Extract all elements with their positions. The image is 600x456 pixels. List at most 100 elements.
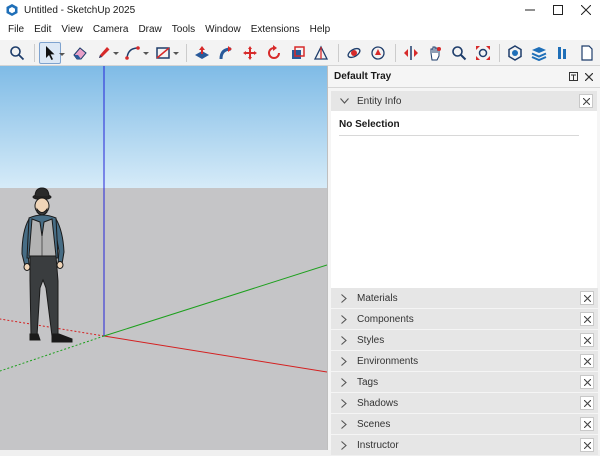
eraser-icon bbox=[73, 46, 87, 59]
file-icon bbox=[581, 44, 593, 61]
close-icon bbox=[583, 357, 591, 365]
zoom-extents-tool[interactable] bbox=[472, 42, 494, 64]
close-window-button[interactable] bbox=[572, 0, 600, 20]
close-icon bbox=[583, 378, 591, 386]
menu-extensions[interactable]: Extensions bbox=[246, 20, 305, 40]
close-icon bbox=[581, 5, 591, 15]
layout-tool[interactable] bbox=[552, 42, 574, 64]
flip-tool[interactable] bbox=[400, 42, 422, 64]
tray-header: Default Tray bbox=[328, 66, 600, 88]
toolbar-divider bbox=[499, 43, 501, 62]
sketchup-logo-icon bbox=[6, 4, 18, 16]
entity-info-body: No Selection bbox=[331, 111, 597, 296]
orbit-icon bbox=[347, 47, 361, 58]
panel-close-button[interactable] bbox=[580, 312, 594, 326]
tape-measure-icon bbox=[314, 45, 329, 60]
zoom-tool[interactable] bbox=[448, 42, 470, 64]
panel-close-button[interactable] bbox=[580, 417, 594, 431]
styles-panel-header[interactable]: Styles bbox=[331, 330, 598, 350]
select-icon bbox=[45, 45, 55, 60]
scale-tool[interactable] bbox=[287, 42, 309, 64]
menu-draw[interactable]: Draw bbox=[133, 20, 166, 40]
extension-warehouse-tool[interactable] bbox=[528, 42, 550, 64]
scenes-panel-header[interactable]: Scenes bbox=[331, 414, 598, 434]
hand-tool[interactable] bbox=[424, 42, 446, 64]
pan-tool[interactable] bbox=[367, 42, 389, 64]
menu-view[interactable]: View bbox=[56, 20, 88, 40]
rotate-icon bbox=[267, 44, 280, 59]
components-panel-header[interactable]: Components bbox=[331, 309, 598, 329]
panel-label: Styles bbox=[357, 334, 385, 346]
tape-measure-tool[interactable] bbox=[310, 42, 332, 64]
materials-panel-header[interactable]: Materials bbox=[331, 288, 598, 308]
pencil-icon bbox=[98, 46, 110, 58]
close-icon bbox=[583, 420, 591, 428]
environments-panel-header[interactable]: Environments bbox=[331, 351, 598, 371]
instructor-panel-header[interactable]: Instructor bbox=[331, 435, 598, 455]
close-icon bbox=[583, 294, 591, 302]
zoom-icon bbox=[451, 45, 466, 60]
minimize-button[interactable] bbox=[516, 0, 544, 20]
viewport-scene[interactable] bbox=[0, 66, 327, 450]
search-tool[interactable] bbox=[6, 42, 28, 64]
chevron-down-icon[interactable] bbox=[58, 52, 65, 56]
toolbar-divider bbox=[395, 43, 397, 62]
scale-icon bbox=[291, 45, 305, 59]
chevron-down-icon[interactable] bbox=[173, 51, 180, 55]
close-icon bbox=[583, 441, 591, 449]
menu-window[interactable]: Window bbox=[200, 20, 246, 40]
entity-info-panel-header[interactable]: Entity Info bbox=[331, 91, 597, 111]
select-tool[interactable] bbox=[38, 41, 65, 64]
pin-icon bbox=[569, 72, 578, 81]
panel-close-button[interactable] bbox=[580, 354, 594, 368]
toolbar-divider bbox=[186, 43, 188, 62]
entity-info-label: Entity Info bbox=[357, 95, 402, 107]
menu-help[interactable]: Help bbox=[305, 20, 336, 40]
menu-edit[interactable]: Edit bbox=[29, 20, 56, 40]
push-pull-icon bbox=[195, 45, 210, 59]
tags-panel-header[interactable]: Tags bbox=[331, 372, 598, 392]
tray-close-button[interactable] bbox=[583, 71, 594, 82]
entity-info-close-button[interactable] bbox=[579, 94, 593, 108]
chevron-right-icon bbox=[339, 356, 349, 366]
close-icon bbox=[583, 315, 591, 323]
panel-label: Materials bbox=[357, 292, 398, 304]
model-viewport[interactable] bbox=[0, 66, 327, 450]
menu-tools[interactable]: Tools bbox=[167, 20, 200, 40]
follow-me-tool[interactable] bbox=[215, 42, 237, 64]
panel-close-button[interactable] bbox=[580, 291, 594, 305]
chevron-down-icon[interactable] bbox=[113, 51, 120, 55]
panel-label: Scenes bbox=[357, 418, 391, 430]
rectangle-tool[interactable] bbox=[152, 42, 180, 64]
maximize-button[interactable] bbox=[544, 0, 572, 20]
eraser-tool[interactable] bbox=[69, 42, 91, 64]
shadows-panel-header[interactable]: Shadows bbox=[331, 393, 598, 413]
pan-icon bbox=[371, 45, 385, 60]
push-pull-tool[interactable] bbox=[191, 42, 213, 64]
pencil-tool[interactable] bbox=[93, 42, 120, 64]
panel-close-button[interactable] bbox=[580, 333, 594, 347]
menu-camera[interactable]: Camera bbox=[88, 20, 134, 40]
file-tool[interactable] bbox=[576, 42, 598, 64]
tray-pin-button[interactable] bbox=[568, 71, 579, 82]
sky bbox=[0, 66, 327, 188]
3d-warehouse-tool[interactable] bbox=[504, 42, 526, 64]
panel-close-button[interactable] bbox=[580, 396, 594, 410]
hand-icon bbox=[430, 46, 441, 60]
chevron-right-icon bbox=[339, 398, 349, 408]
panel-label: Instructor bbox=[357, 439, 399, 451]
move-icon bbox=[242, 45, 257, 60]
menu-file[interactable]: File bbox=[3, 20, 29, 40]
zoom-extents-icon bbox=[475, 45, 490, 60]
rotate-tool[interactable] bbox=[263, 42, 285, 64]
follow-me-icon bbox=[219, 45, 232, 59]
main-toolbar bbox=[0, 40, 600, 66]
panel-label: Components bbox=[357, 313, 414, 325]
panel-close-button[interactable] bbox=[580, 375, 594, 389]
orbit-tool[interactable] bbox=[343, 42, 365, 64]
toolbar-divider bbox=[33, 43, 35, 62]
3d-warehouse-icon bbox=[508, 44, 523, 61]
arc-tool[interactable] bbox=[122, 42, 150, 64]
chevron-down-icon[interactable] bbox=[143, 51, 150, 55]
move-tool[interactable] bbox=[239, 42, 261, 64]
